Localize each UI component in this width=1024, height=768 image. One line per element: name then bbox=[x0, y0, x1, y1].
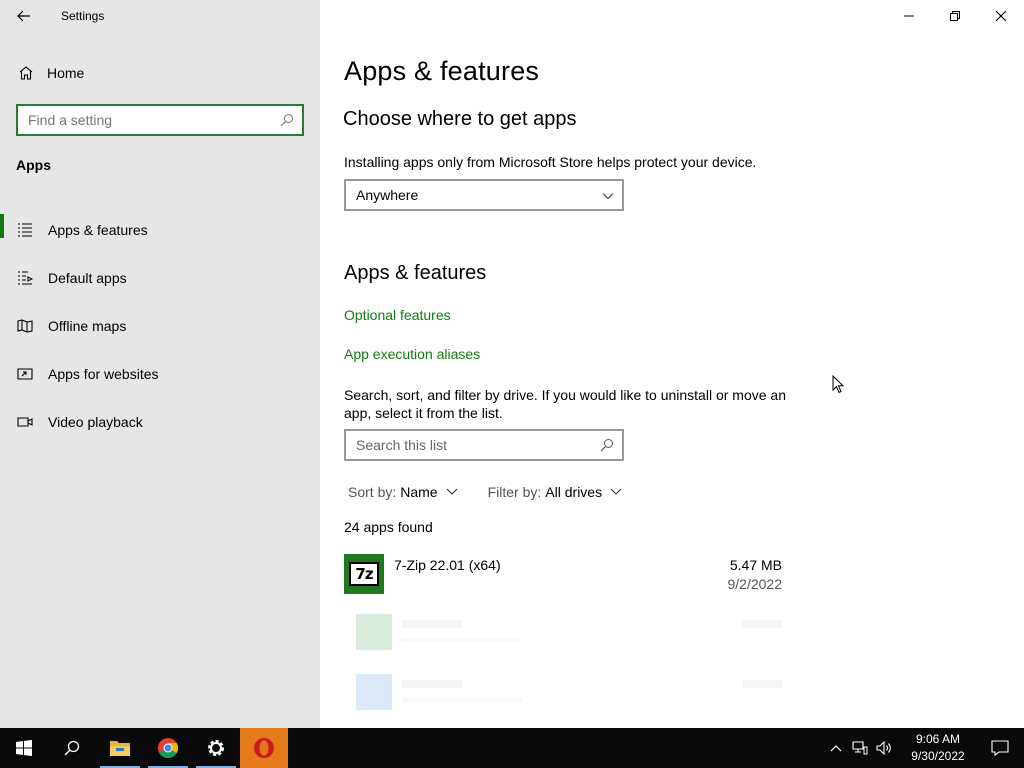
settings-button[interactable] bbox=[192, 728, 240, 768]
mouse-cursor-icon bbox=[832, 375, 845, 394]
home-icon bbox=[17, 64, 35, 82]
sort-value: Name bbox=[400, 484, 438, 500]
minimize-button[interactable] bbox=[886, 0, 932, 32]
app-icon-placeholder bbox=[356, 674, 392, 710]
volume-button[interactable] bbox=[872, 728, 896, 768]
search-icon[interactable] bbox=[280, 113, 294, 132]
system-tray: 9:06 AM 9/30/2022 bbox=[824, 728, 1024, 768]
7zip-icon: 7z bbox=[344, 554, 384, 594]
sidebar-item-video-playback[interactable]: Video playback bbox=[0, 398, 320, 446]
opera-button[interactable] bbox=[240, 728, 288, 768]
choose-apps-heading: Choose where to get apps bbox=[343, 108, 577, 130]
chevron-down-icon bbox=[610, 488, 622, 496]
network-button[interactable] bbox=[848, 728, 872, 768]
setting-search-box[interactable] bbox=[16, 104, 304, 136]
sidebar-item-home[interactable]: Home bbox=[0, 57, 320, 89]
show-hidden-icons-button[interactable] bbox=[824, 728, 848, 768]
restore-button[interactable] bbox=[932, 0, 978, 32]
action-center-button[interactable] bbox=[976, 728, 1024, 768]
list-description: Search, sort, and filter by drive. If yo… bbox=[344, 387, 786, 421]
app-execution-aliases-link[interactable]: App execution aliases bbox=[344, 346, 480, 362]
sidebar-item-label: Apps for websites bbox=[48, 366, 159, 382]
filter-dropdown[interactable]: Filter by: All drives bbox=[488, 484, 622, 500]
map-icon bbox=[16, 317, 34, 335]
list-item[interactable]: 7z 7-Zip 22.01 (x64) 5.47 MB 9/2/2022 bbox=[344, 554, 784, 594]
app-name: 7-Zip 22.01 (x64) bbox=[394, 557, 501, 573]
video-icon bbox=[16, 413, 34, 431]
gear-icon bbox=[208, 740, 224, 756]
network-icon bbox=[852, 741, 868, 755]
folder-icon bbox=[110, 741, 130, 756]
back-arrow-icon bbox=[17, 10, 30, 22]
clock[interactable]: 9:06 AM 9/30/2022 bbox=[900, 731, 976, 765]
sidebar-nav: Apps & features Default apps Offline map… bbox=[0, 206, 320, 446]
app-icon-placeholder bbox=[356, 614, 392, 650]
search-button[interactable] bbox=[48, 728, 96, 768]
app-date: 9/2/2022 bbox=[727, 576, 783, 592]
notification-icon bbox=[991, 740, 1009, 756]
app-source-dropdown[interactable]: Anywhere bbox=[344, 179, 624, 211]
close-button[interactable] bbox=[978, 0, 1024, 32]
sort-label: Sort by: bbox=[348, 484, 397, 500]
sidebar-item-apps-features[interactable]: Apps & features bbox=[0, 206, 320, 254]
filter-label: Filter by: bbox=[487, 484, 542, 500]
default-apps-icon bbox=[16, 269, 34, 287]
taskbar: 9:06 AM 9/30/2022 bbox=[0, 728, 1024, 768]
sidebar-item-label: Video playback bbox=[48, 414, 143, 430]
sidebar-item-offline-maps[interactable]: Offline maps bbox=[0, 302, 320, 350]
section-label: Apps bbox=[16, 157, 51, 173]
home-label: Home bbox=[47, 65, 85, 81]
sort-filter-bar: Sort by: Name Filter by: All drives bbox=[348, 484, 652, 500]
windows-logo-icon bbox=[16, 740, 32, 756]
clock-date: 9/30/2022 bbox=[911, 749, 965, 763]
open-external-icon bbox=[16, 365, 34, 383]
chevron-up-icon bbox=[830, 745, 842, 752]
chrome-button[interactable] bbox=[144, 728, 192, 768]
speaker-icon bbox=[876, 741, 891, 755]
search-icon[interactable] bbox=[600, 438, 614, 457]
restore-icon bbox=[950, 11, 960, 21]
sidebar-item-label: Apps & features bbox=[48, 222, 148, 238]
opera-icon bbox=[254, 738, 274, 758]
sort-dropdown[interactable]: Sort by: Name bbox=[348, 484, 458, 500]
window-title: Settings bbox=[61, 9, 105, 23]
page-title: Apps & features bbox=[344, 56, 540, 86]
sidebar-item-default-apps[interactable]: Default apps bbox=[0, 254, 320, 302]
filter-value: All drives bbox=[545, 484, 603, 500]
back-button[interactable] bbox=[0, 0, 48, 32]
sidebar-item-apps-for-websites[interactable]: Apps for websites bbox=[0, 350, 320, 398]
start-button[interactable] bbox=[0, 728, 48, 768]
clock-time: 9:06 AM bbox=[915, 732, 961, 746]
sidebar: Settings Home Apps Apps & features Defau… bbox=[0, 0, 320, 728]
title-bar: Settings bbox=[0, 0, 320, 32]
chevron-down-icon bbox=[602, 189, 614, 207]
app-icon-text: 7z bbox=[349, 562, 379, 586]
list-icon bbox=[16, 221, 34, 239]
list-item-loading bbox=[356, 614, 786, 654]
app-list-search-box[interactable] bbox=[344, 429, 624, 461]
chevron-down-icon bbox=[446, 488, 458, 496]
app-size: 5.47 MB bbox=[729, 557, 782, 573]
main-content: Apps & features Choose where to get apps… bbox=[320, 0, 1024, 728]
apps-count: 24 apps found bbox=[344, 519, 433, 535]
file-explorer-button[interactable] bbox=[96, 728, 144, 768]
window-controls bbox=[886, 0, 1024, 32]
chrome-icon bbox=[158, 738, 178, 758]
sidebar-item-label: Default apps bbox=[48, 270, 127, 286]
sidebar-item-label: Offline maps bbox=[48, 318, 127, 334]
minimize-icon bbox=[904, 15, 914, 17]
app-list-search-input[interactable] bbox=[356, 437, 596, 453]
optional-features-link[interactable]: Optional features bbox=[344, 307, 451, 323]
search-icon bbox=[64, 740, 80, 756]
choose-apps-description: Installing apps only from Microsoft Stor… bbox=[344, 154, 757, 170]
list-item-loading bbox=[356, 674, 786, 714]
setting-search-input[interactable] bbox=[28, 112, 278, 128]
close-icon bbox=[995, 10, 1007, 22]
apps-features-heading: Apps & features bbox=[344, 262, 487, 284]
app-source-value: Anywhere bbox=[356, 187, 419, 203]
